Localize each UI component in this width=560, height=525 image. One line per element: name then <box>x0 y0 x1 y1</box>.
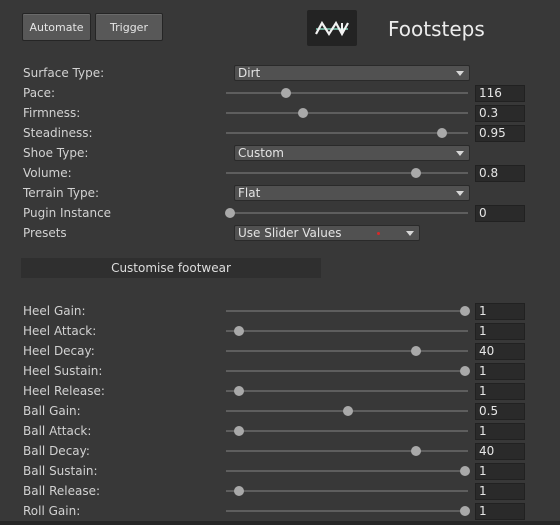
pugin-instance-slider-track[interactable] <box>226 212 468 214</box>
presets-label: Presets <box>23 226 67 240</box>
ball-release-label: Ball Release: <box>23 484 100 498</box>
firmness-slider-handle[interactable] <box>297 108 308 118</box>
firmness-slider-track[interactable] <box>226 112 468 114</box>
trigger-button[interactable]: Trigger <box>95 13 163 41</box>
surface-type-dropdown[interactable]: Dirt <box>234 65 470 81</box>
heel-gain-slider-handle[interactable] <box>460 306 470 316</box>
pace-label: Pace: <box>23 86 56 100</box>
chevron-down-icon <box>406 231 414 236</box>
roll-gain-value-field[interactable]: 1 <box>475 503 525 520</box>
customise-footwear-header[interactable]: Customise footwear <box>21 258 321 278</box>
ball-attack-label: Ball Attack: <box>23 424 92 438</box>
presets-dropdown-value: Use Slider Values <box>238 226 342 240</box>
shoe-type-dropdown-value: Custom <box>238 146 284 160</box>
heel-gain-slider-track[interactable] <box>226 310 468 312</box>
ball-gain-value-field[interactable]: 0.5 <box>475 403 525 420</box>
footsteps-inspector: Automate Trigger Footsteps Surface Type:… <box>0 0 560 525</box>
ball-sustain-value-field[interactable]: 1 <box>475 463 525 480</box>
steadiness-slider-track[interactable] <box>226 132 468 134</box>
heel-decay-value-field[interactable]: 40 <box>475 343 525 360</box>
chevron-down-icon <box>456 71 464 76</box>
ball-decay-value-field[interactable]: 40 <box>475 443 525 460</box>
ball-attack-slider-track[interactable] <box>226 430 468 432</box>
pace-slider-handle[interactable] <box>281 88 292 98</box>
volume-slider-track[interactable] <box>226 172 468 174</box>
ball-release-value-field[interactable]: 1 <box>475 483 525 500</box>
firmness-value-field[interactable]: 0.3 <box>475 105 525 122</box>
ball-sustain-slider-handle[interactable] <box>460 466 470 476</box>
chevron-down-icon <box>456 191 464 196</box>
heel-gain-value-field[interactable]: 1 <box>475 303 525 320</box>
heel-attack-slider-handle[interactable] <box>234 326 245 336</box>
ball-sustain-label: Ball Sustain: <box>23 464 98 478</box>
pace-slider-track[interactable] <box>226 92 468 94</box>
terrain-type-label: Terrain Type: <box>23 186 100 200</box>
pugin-instance-value-field[interactable]: 0 <box>475 205 525 222</box>
ball-decay-slider-track[interactable] <box>226 450 468 452</box>
surface-type-dropdown-value: Dirt <box>238 66 261 80</box>
automate-button[interactable]: Automate <box>22 13 91 41</box>
ball-release-slider-handle[interactable] <box>234 486 245 496</box>
roll-gain-slider-track[interactable] <box>226 510 468 512</box>
ball-attack-slider-handle[interactable] <box>234 426 245 436</box>
ball-gain-slider-handle[interactable] <box>342 406 353 416</box>
roll-gain-slider-handle[interactable] <box>460 506 470 516</box>
volume-slider-handle[interactable] <box>410 168 421 178</box>
terrain-type-dropdown[interactable]: Flat <box>234 185 470 201</box>
ball-decay-label: Ball Decay: <box>23 444 90 458</box>
chevron-down-icon <box>456 151 464 156</box>
ball-release-slider-track[interactable] <box>226 490 468 492</box>
pace-value-field[interactable]: 116 <box>475 85 525 102</box>
presets-dropdown[interactable]: Use Slider Values <box>234 225 420 241</box>
heel-decay-slider-handle[interactable] <box>410 346 421 356</box>
page-title: Footsteps <box>388 17 485 41</box>
footsteps-logo-icon <box>307 10 357 46</box>
heel-gain-label: Heel Gain: <box>23 304 86 318</box>
heel-release-slider-track[interactable] <box>226 390 468 392</box>
heel-release-label: Heel Release: <box>23 384 105 398</box>
volume-label: Volume: <box>23 166 72 180</box>
shoe-type-label: Shoe Type: <box>23 146 89 160</box>
firmness-label: Firmness: <box>23 106 81 120</box>
heel-sustain-slider-handle[interactable] <box>460 366 470 376</box>
roll-gain-label: Roll Gain: <box>23 504 81 518</box>
steadiness-label: Steadiness: <box>23 126 93 140</box>
shoe-type-dropdown[interactable]: Custom <box>234 145 470 161</box>
pugin-instance-label: Pugin Instance <box>23 206 112 220</box>
heel-sustain-value-field[interactable]: 1 <box>475 363 525 380</box>
bottom-divider <box>0 521 560 525</box>
steadiness-slider-handle[interactable] <box>436 128 447 138</box>
ball-attack-value-field[interactable]: 1 <box>475 423 525 440</box>
steadiness-value-field[interactable]: 0.95 <box>475 125 525 142</box>
ball-sustain-slider-track[interactable] <box>226 470 468 472</box>
heel-sustain-slider-track[interactable] <box>226 370 468 372</box>
heel-release-value-field[interactable]: 1 <box>475 383 525 400</box>
surface-type-label: Surface Type: <box>23 66 105 80</box>
ball-gain-label: Ball Gain: <box>23 404 81 418</box>
pugin-instance-slider-handle[interactable] <box>225 208 235 218</box>
heel-attack-slider-track[interactable] <box>226 330 468 332</box>
heel-attack-label: Heel Attack: <box>23 324 97 338</box>
ball-decay-slider-handle[interactable] <box>410 446 421 456</box>
heel-sustain-label: Heel Sustain: <box>23 364 103 378</box>
heel-attack-value-field[interactable]: 1 <box>475 323 525 340</box>
heel-release-slider-handle[interactable] <box>234 386 245 396</box>
heel-decay-label: Heel Decay: <box>23 344 95 358</box>
modified-indicator-dot <box>377 232 380 235</box>
heel-decay-slider-track[interactable] <box>226 350 468 352</box>
volume-value-field[interactable]: 0.8 <box>475 165 525 182</box>
terrain-type-dropdown-value: Flat <box>238 186 261 200</box>
